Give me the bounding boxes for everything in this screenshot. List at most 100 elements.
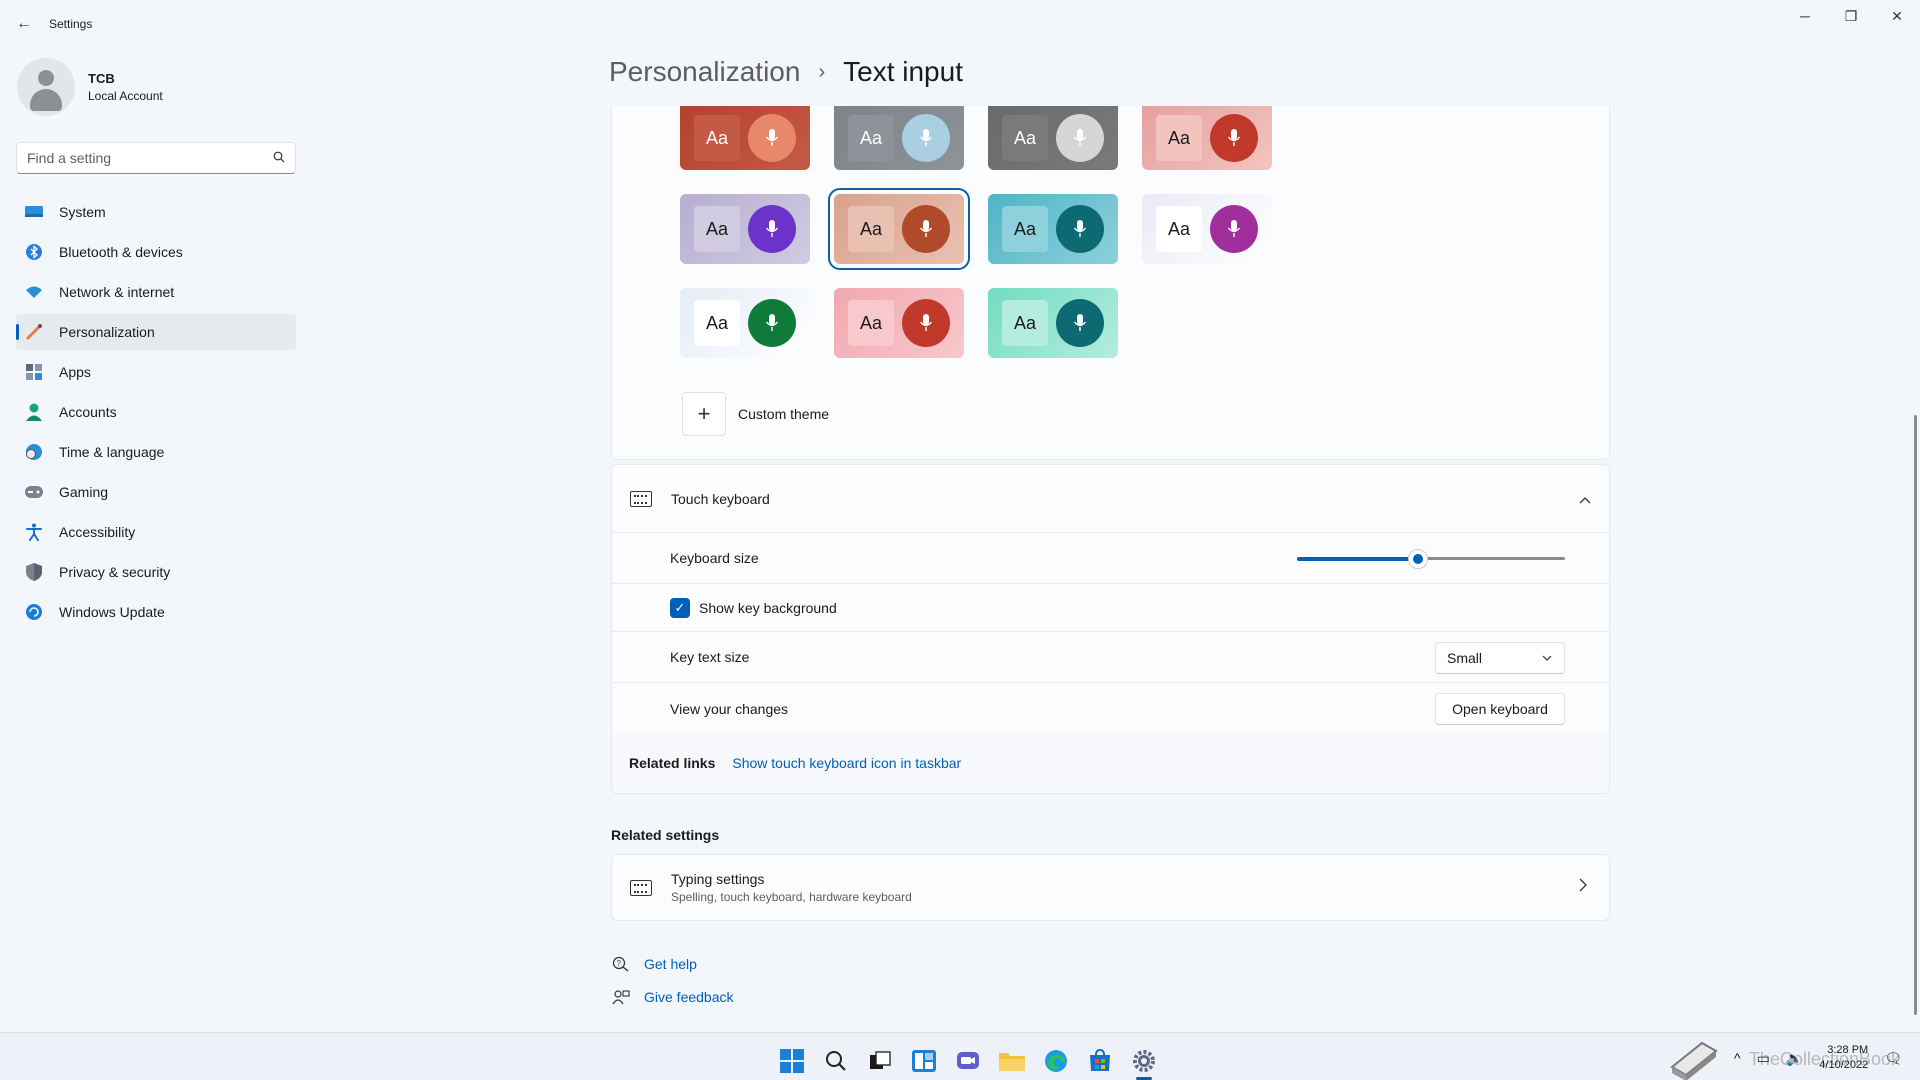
- close-icon[interactable]: ✕: [1874, 0, 1920, 32]
- microphone-icon: [748, 299, 796, 347]
- theme-tile[interactable]: Aa: [680, 194, 810, 264]
- theme-tile[interactable]: Aa: [1142, 194, 1272, 264]
- profile-name: TCB: [88, 71, 115, 86]
- help-icon: ?: [611, 954, 631, 974]
- keyboard-size-row: Keyboard size: [612, 533, 1609, 584]
- widgets-icon[interactable]: [902, 1041, 946, 1080]
- sidebar-item-label: Personalization: [59, 324, 155, 340]
- theme-aa-label: Aa: [694, 206, 740, 252]
- plus-icon: +: [682, 392, 726, 436]
- keyboard-size-slider[interactable]: [1297, 549, 1565, 569]
- keyboard-size-label: Keyboard size: [670, 550, 759, 566]
- give-feedback-row[interactable]: Give feedback: [611, 987, 734, 1007]
- avatar: [17, 58, 75, 116]
- sidebar-item-label: System: [59, 204, 106, 220]
- store-icon[interactable]: [1078, 1041, 1122, 1080]
- chat-icon[interactable]: [946, 1041, 990, 1080]
- sidebar-item-accounts[interactable]: Accounts: [16, 394, 296, 430]
- sidebar-item-windows-update[interactable]: Windows Update: [16, 594, 296, 630]
- gamepad-icon: [24, 482, 44, 502]
- restore-icon[interactable]: ❐: [1828, 0, 1874, 32]
- notification-icon[interactable]: 🗨: [1884, 1050, 1902, 1067]
- theme-aa-label: Aa: [1002, 115, 1048, 161]
- theme-aa-label: Aa: [694, 115, 740, 161]
- page-title: Text input: [843, 56, 963, 87]
- theme-tile[interactable]: Aa: [680, 288, 810, 358]
- related-links-bar: Related links Show touch keyboard icon i…: [612, 734, 1609, 792]
- theme-aa-label: Aa: [848, 115, 894, 161]
- touch-keyboard-header[interactable]: Touch keyboard: [612, 465, 1609, 533]
- theme-tile[interactable]: Aa: [988, 194, 1118, 264]
- chevron-up-icon[interactable]: [1579, 491, 1591, 507]
- shield-icon: [24, 562, 44, 582]
- theme-aa-label: Aa: [694, 300, 740, 346]
- wifi-icon: [24, 282, 44, 302]
- search-input[interactable]: [27, 150, 273, 166]
- give-feedback-link[interactable]: Give feedback: [644, 989, 734, 1005]
- windows-start-icon[interactable]: [770, 1041, 814, 1080]
- sidebar-item-label: Gaming: [59, 484, 109, 500]
- svg-text:?: ?: [617, 959, 622, 968]
- theme-tile[interactable]: Aa: [1142, 106, 1272, 170]
- keyboard-icon: [630, 879, 652, 896]
- minimize-icon[interactable]: ─: [1782, 0, 1828, 32]
- sidebar-item-system[interactable]: System: [16, 194, 296, 230]
- task-view-icon[interactable]: [858, 1041, 902, 1080]
- sidebar-item-label: Accounts: [59, 404, 117, 420]
- theme-aa-label: Aa: [1002, 206, 1048, 252]
- typing-settings-title: Typing settings: [671, 871, 765, 887]
- theme-tile[interactable]: Aa: [834, 288, 964, 358]
- sidebar-item-label: Time & language: [59, 444, 165, 460]
- chevron-up-icon[interactable]: ^: [1734, 1050, 1741, 1066]
- window-controls: ─ ❐ ✕: [1782, 0, 1920, 32]
- sidebar-item-label: Apps: [59, 364, 91, 380]
- sidebar-item-apps[interactable]: Apps: [16, 354, 296, 390]
- sidebar-item-privacy[interactable]: Privacy & security: [16, 554, 296, 590]
- slider-thumb[interactable]: [1407, 549, 1428, 569]
- clock-time: 3:28 PM: [1827, 1044, 1869, 1056]
- show-key-background-row: ✓ Show key background: [612, 584, 1609, 632]
- show-touch-keyboard-icon-link[interactable]: Show touch keyboard icon in taskbar: [732, 755, 961, 771]
- sidebar-item-network[interactable]: Network & internet: [16, 274, 296, 310]
- microphone-icon: [748, 114, 796, 162]
- breadcrumb-parent[interactable]: Personalization: [609, 56, 800, 88]
- typing-settings-card[interactable]: Typing settings Spelling, touch keyboard…: [611, 854, 1610, 921]
- theme-tile[interactable]: Aa: [834, 106, 964, 170]
- sidebar-item-time-language[interactable]: Time & language: [16, 434, 296, 470]
- get-help-row[interactable]: ? Get help: [611, 954, 697, 974]
- get-help-link[interactable]: Get help: [644, 956, 697, 972]
- typing-settings-subtitle: Spelling, touch keyboard, hardware keybo…: [671, 890, 912, 904]
- sidebar-item-personalization[interactable]: Personalization: [16, 314, 296, 350]
- related-settings-title: Related settings: [611, 827, 720, 843]
- sidebar-item-bluetooth[interactable]: Bluetooth & devices: [16, 234, 296, 270]
- search-icon[interactable]: [814, 1041, 858, 1080]
- user-profile[interactable]: TCB Local Account: [17, 58, 163, 116]
- theme-tile[interactable]: Aa: [828, 188, 970, 270]
- chevron-right-icon: [1579, 878, 1587, 897]
- search-icon[interactable]: [273, 151, 285, 166]
- display-icon[interactable]: ▭: [1757, 1050, 1770, 1067]
- file-explorer-icon[interactable]: [990, 1041, 1034, 1080]
- clock-date: 4/10/2022: [1819, 1059, 1869, 1071]
- volume-icon[interactable]: 🔈: [1786, 1050, 1803, 1067]
- custom-theme-button[interactable]: + Custom theme: [682, 392, 829, 436]
- clock-globe-icon: [24, 442, 44, 462]
- clock[interactable]: 3:28 PM 4/10/2022: [1819, 1043, 1868, 1073]
- related-links-label: Related links: [629, 755, 716, 771]
- scrollbar[interactable]: [1914, 415, 1917, 1015]
- theme-tile[interactable]: Aa: [988, 288, 1118, 358]
- sidebar-item-accessibility[interactable]: Accessibility: [16, 514, 296, 550]
- chevron-down-icon: [1542, 653, 1552, 664]
- sidebar-item-gaming[interactable]: Gaming: [16, 474, 296, 510]
- open-keyboard-button[interactable]: Open keyboard: [1435, 693, 1565, 725]
- edge-icon[interactable]: [1034, 1041, 1078, 1080]
- show-key-background-checkbox[interactable]: ✓: [670, 597, 690, 618]
- theme-tile[interactable]: Aa: [680, 106, 810, 170]
- theme-tile[interactable]: Aa: [988, 106, 1118, 170]
- chevron-right-icon: ›: [818, 60, 826, 83]
- key-text-size-dropdown[interactable]: Small: [1435, 642, 1565, 674]
- back-arrow-icon[interactable]: ←: [14, 14, 34, 34]
- settings-icon[interactable]: [1122, 1041, 1166, 1080]
- custom-theme-label: Custom theme: [738, 406, 830, 422]
- theme-aa-label: Aa: [1156, 115, 1202, 161]
